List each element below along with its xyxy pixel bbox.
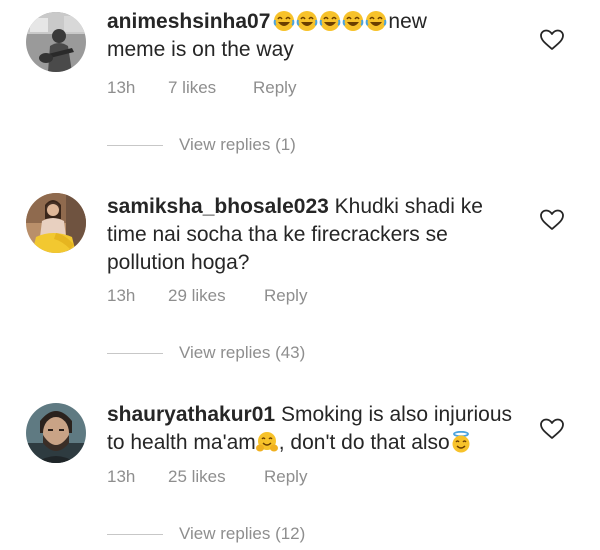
- avatar[interactable]: [26, 193, 86, 253]
- comment-time: 13h: [107, 286, 136, 305]
- comment-time: 13h: [107, 467, 136, 486]
- comment-text-part: new: [388, 10, 427, 33]
- like-heart-icon[interactable]: [539, 417, 565, 441]
- reply-button[interactable]: Reply: [253, 76, 296, 100]
- hugging-face-emoji-icon: [255, 432, 278, 452]
- comment-text-part: Khudki shadi ke: [334, 195, 483, 218]
- laughing-emoji-icon: [274, 11, 295, 31]
- laughing-emojis: [273, 10, 388, 33]
- view-replies-button[interactable]: View replies (12): [107, 522, 367, 546]
- view-replies-label: View replies (1): [179, 135, 296, 154]
- avatar-man-photo-icon: [26, 403, 86, 463]
- like-heart-icon[interactable]: [539, 208, 565, 232]
- avatar-woman-photo-icon: [26, 193, 86, 253]
- comment-text: shauryathakur01 Smoking is also injuriou…: [107, 401, 527, 457]
- reply-button[interactable]: Reply: [264, 465, 307, 489]
- replies-divider: [107, 534, 163, 535]
- comment-text: samiksha_bhosale023 Khudki shadi ke time…: [107, 193, 527, 277]
- like-heart-icon[interactable]: [539, 28, 565, 52]
- replies-divider: [107, 145, 163, 146]
- comment-text-part: Smoking is also injurious: [280, 403, 513, 426]
- comment-meta: 13h 7 likes Reply: [107, 76, 357, 100]
- smiling-halo-emoji-icon: [452, 431, 470, 453]
- laughing-emoji-icon: [343, 11, 364, 31]
- view-replies-button[interactable]: View replies (43): [107, 341, 367, 365]
- laughing-emoji-icon: [366, 11, 387, 31]
- comment-text-line: meme is on the way: [107, 38, 294, 61]
- avatar[interactable]: [26, 12, 86, 72]
- avatar[interactable]: [26, 403, 86, 463]
- comment-text-line: time nai socha tha ke firecrackers se: [107, 223, 448, 246]
- view-replies-label: View replies (12): [179, 524, 306, 543]
- comment-text-part: to health ma'am: [107, 431, 256, 454]
- view-replies-button[interactable]: View replies (1): [107, 133, 367, 157]
- laughing-emoji-icon: [297, 11, 318, 31]
- avatar-guitar-photo-icon: [26, 12, 86, 72]
- comment-username[interactable]: samiksha_bhosale023: [107, 195, 329, 218]
- comment-meta: 13h 29 likes Reply: [107, 284, 367, 308]
- comment-username[interactable]: shauryathakur01: [107, 403, 275, 426]
- reply-button[interactable]: Reply: [264, 284, 307, 308]
- laughing-emoji-icon: [320, 11, 341, 31]
- comment-likes[interactable]: 7 likes: [168, 76, 216, 100]
- comment-time: 13h: [107, 78, 136, 97]
- comment-likes[interactable]: 29 likes: [168, 284, 226, 308]
- comment-text-line: pollution hoga?: [107, 251, 250, 274]
- comment-username[interactable]: animeshsinha07: [107, 10, 270, 33]
- comment-text-part: , don't do that also: [278, 431, 450, 454]
- comment-likes[interactable]: 25 likes: [168, 465, 226, 489]
- view-replies-label: View replies (43): [179, 343, 306, 362]
- comment-text: animeshsinha07 new meme is on the way: [107, 8, 527, 64]
- comment-meta: 13h 25 likes Reply: [107, 465, 367, 489]
- replies-divider: [107, 353, 163, 354]
